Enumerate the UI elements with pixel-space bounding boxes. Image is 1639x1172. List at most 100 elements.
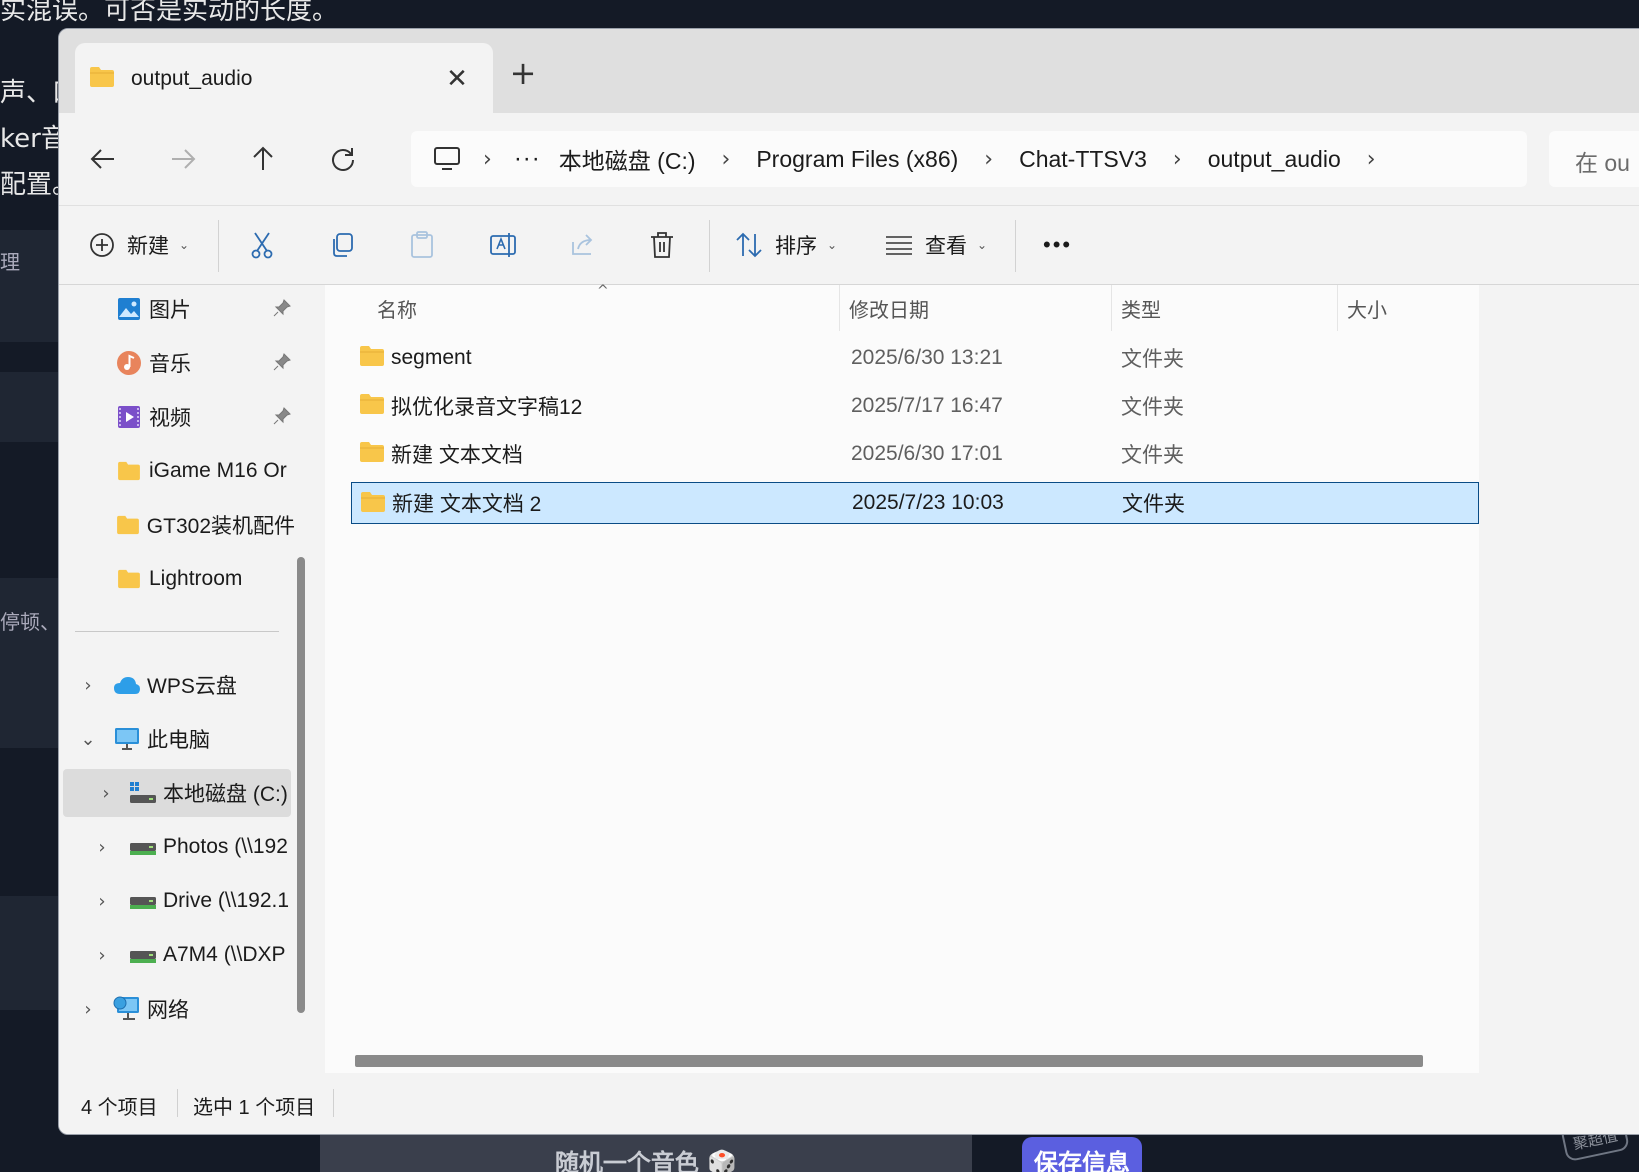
- share-icon: [572, 234, 593, 255]
- folder-icon: [115, 565, 143, 593]
- table-row[interactable]: 拟优化录音文字稿12 2025/7/17 16:47 文件夹: [351, 385, 1479, 427]
- column-header-name[interactable]: 名称: [377, 285, 417, 331]
- column-divider[interactable]: [1337, 285, 1338, 331]
- column-header-modified[interactable]: 修改日期: [849, 285, 929, 331]
- chevron-right-icon[interactable]: ›: [483, 147, 492, 172]
- column-divider[interactable]: [839, 285, 840, 331]
- arrow-left-icon: [90, 149, 114, 169]
- pin-icon[interactable]: [273, 299, 291, 323]
- background-text: ker音: [0, 124, 67, 154]
- video-icon: [115, 403, 143, 431]
- copy-button[interactable]: [329, 222, 355, 268]
- share-button[interactable]: [569, 222, 597, 268]
- cut-button[interactable]: [249, 222, 275, 268]
- address-bar[interactable]: › ··· 本地磁盘 (C:) › Program Files (x86) › …: [411, 131, 1527, 187]
- search-input[interactable]: 在 ou: [1549, 131, 1639, 187]
- new-label: 新建: [127, 235, 169, 258]
- sidebar-item-label: iGame M16 Or: [149, 459, 287, 482]
- pc-icon[interactable]: [433, 146, 461, 172]
- sidebar-item-drive-share[interactable]: › Drive (\\192.1: [59, 877, 295, 925]
- clipboard-icon: [411, 231, 433, 258]
- table-row-selected[interactable]: 新建 文本文档 2 2025/7/23 10:03 文件夹: [351, 482, 1479, 524]
- background-text: 实混误。可否是实动的长度。: [0, 0, 339, 26]
- sidebar-item-pictures[interactable]: 图片: [59, 285, 295, 333]
- sidebar-item-a7m4-share[interactable]: › A7M4 (\\DXP: [59, 931, 295, 979]
- column-header-type[interactable]: 类型: [1121, 285, 1161, 331]
- sort-label: 排序: [775, 235, 817, 258]
- sidebar-item-this-pc[interactable]: ⌄ 此电脑: [59, 715, 295, 763]
- sidebar-item-gt302[interactable]: GT302装机配件: [59, 501, 295, 549]
- folder-icon: [360, 491, 386, 519]
- chevron-down-icon[interactable]: ⌄: [79, 729, 97, 750]
- up-button[interactable]: [237, 133, 289, 185]
- background-panel: [0, 896, 58, 1010]
- cloud-icon: [113, 671, 141, 699]
- forward-button[interactable]: [157, 133, 209, 185]
- pin-icon[interactable]: [273, 353, 291, 377]
- pin-icon[interactable]: [273, 407, 291, 431]
- sidebar-item-network[interactable]: › 网络: [59, 985, 295, 1033]
- refresh-button[interactable]: [317, 133, 369, 185]
- new-tab-button[interactable]: +: [501, 51, 545, 95]
- breadcrumb-chat-ttsv3[interactable]: Chat-TTSV3: [1015, 146, 1151, 173]
- sidebar-item-photos-share[interactable]: › Photos (\\192: [59, 823, 295, 871]
- sidebar-item-wps-cloud[interactable]: › WPS云盘: [59, 661, 295, 709]
- chevron-down-icon: ⌄: [977, 238, 988, 252]
- copy-icon: [333, 233, 353, 257]
- folder-icon: [89, 66, 115, 93]
- chevron-right-icon[interactable]: ›: [984, 147, 993, 172]
- horizontal-scrollbar[interactable]: [355, 1055, 1423, 1067]
- column-divider[interactable]: [1111, 285, 1112, 331]
- chevron-right-icon[interactable]: ›: [97, 783, 115, 804]
- breadcrumb-drive-c[interactable]: 本地磁盘 (C:): [555, 142, 700, 176]
- sidebar-item-label: Photos (\\192: [163, 835, 288, 858]
- back-button[interactable]: [77, 133, 129, 185]
- chevron-right-icon[interactable]: ›: [1367, 147, 1376, 172]
- divider: [333, 1089, 334, 1117]
- breadcrumb-more-button[interactable]: ···: [514, 145, 541, 173]
- divider: [177, 1089, 178, 1117]
- view-list-icon: [886, 236, 912, 255]
- sidebar-item-local-disk-c[interactable]: › 本地磁盘 (C:): [63, 769, 291, 817]
- divider: [218, 220, 219, 272]
- more-options-button[interactable]: •••: [1043, 222, 1072, 268]
- chevron-right-icon[interactable]: ›: [79, 999, 97, 1020]
- file-name: segment: [391, 346, 472, 369]
- file-explorer-window: output_audio ✕ + › ··· 本地磁盘 (C:) › Progr…: [58, 28, 1639, 1135]
- delete-button[interactable]: [649, 222, 675, 268]
- chevron-right-icon[interactable]: ›: [93, 891, 111, 912]
- scissors-icon: [251, 232, 273, 259]
- column-header-size[interactable]: 大小: [1347, 285, 1387, 331]
- sort-button[interactable]: 排序 ⌄: [735, 222, 837, 268]
- folder-icon: [115, 511, 141, 539]
- table-row[interactable]: 新建 文本文档 2025/6/30 17:01 文件夹: [351, 433, 1479, 475]
- save-info-button[interactable]: 保存信息: [1022, 1137, 1142, 1172]
- music-icon: [115, 349, 143, 377]
- rename-icon: [490, 233, 516, 257]
- file-modified: 2025/7/23 10:03: [852, 491, 1004, 514]
- random-voice-button[interactable]: 随机一个音色 🎲: [320, 1135, 972, 1172]
- chevron-right-icon[interactable]: ›: [79, 675, 97, 696]
- close-tab-icon[interactable]: ✕: [437, 64, 477, 94]
- selection-count: 选中 1 个项目: [193, 1097, 316, 1119]
- breadcrumb-program-files[interactable]: Program Files (x86): [752, 146, 962, 173]
- sidebar-item-videos[interactable]: 视频: [59, 393, 295, 441]
- new-button[interactable]: 新建 ⌄: [89, 222, 189, 268]
- rename-button[interactable]: [489, 222, 519, 268]
- paste-button[interactable]: [409, 222, 435, 268]
- view-button[interactable]: 查看 ⌄: [885, 222, 987, 268]
- sidebar-item-lightroom[interactable]: Lightroom: [59, 555, 295, 603]
- divider: [1015, 220, 1016, 272]
- tab-output-audio[interactable]: output_audio ✕: [75, 43, 493, 115]
- table-row[interactable]: segment 2025/6/30 13:21 文件夹: [351, 337, 1479, 379]
- chevron-right-icon[interactable]: ›: [1173, 147, 1182, 172]
- tab-strip: output_audio ✕ +: [59, 29, 1639, 115]
- navigation-pane-scrollbar[interactable]: [297, 557, 305, 1013]
- breadcrumb-output-audio[interactable]: output_audio: [1204, 146, 1345, 173]
- sidebar-item-music[interactable]: 音乐: [59, 339, 295, 387]
- chevron-right-icon[interactable]: ›: [93, 837, 111, 858]
- sidebar-item-igame[interactable]: iGame M16 Or: [59, 447, 295, 495]
- sidebar-item-label: Lightroom: [149, 567, 243, 590]
- chevron-right-icon[interactable]: ›: [93, 945, 111, 966]
- chevron-right-icon[interactable]: ›: [722, 147, 731, 172]
